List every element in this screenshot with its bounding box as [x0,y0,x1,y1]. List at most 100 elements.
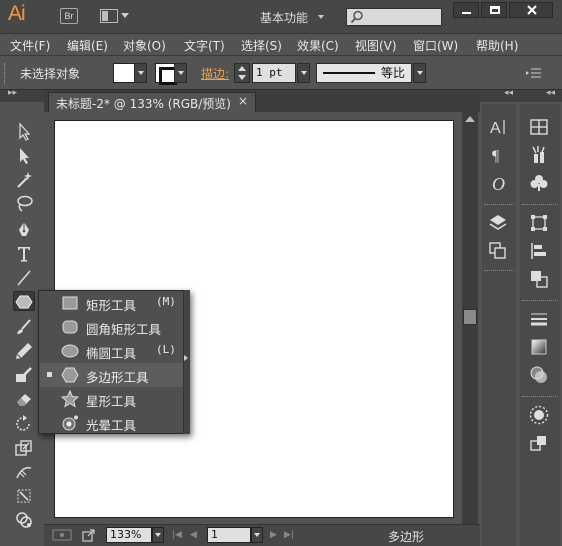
stroke-weight-input[interactable]: 1 pt [252,63,296,83]
artboards-panel-button[interactable] [487,240,511,262]
artboard-navigator-icon[interactable] [52,528,74,542]
graphic-styles-panel-button[interactable] [528,432,552,454]
menu-window[interactable]: 窗口(W) [413,37,458,54]
menu-select[interactable]: 选择(S) [241,37,282,54]
stroke-weight-stepper[interactable] [234,63,250,83]
eraser-icon [17,394,31,406]
blob-brush-icon [16,367,32,382]
eraser-tool[interactable] [14,389,36,409]
selection-arrow-icon [19,122,31,141]
menu-object[interactable]: 对象(O) [123,37,166,54]
maximize-button[interactable] [481,2,507,18]
rounded-rectangle-tool-item[interactable]: 圆角矩形工具 [40,315,183,339]
shape-builder-tool[interactable] [14,510,36,530]
ellipse-tool-item[interactable]: 椭圆工具 (L) [40,339,183,363]
menu-help[interactable]: 帮助(H) [476,37,518,54]
magic-wand-tool[interactable] [14,170,36,190]
arrange-documents-button[interactable] [100,9,130,25]
opentype-panel-button[interactable]: O [487,172,511,194]
pen-tool[interactable] [14,220,36,240]
polygon-tool[interactable] [13,291,35,311]
opentype-icon: O [492,174,505,194]
transparency-icon [530,366,547,383]
menu-file[interactable]: 文件(F) [10,37,50,54]
paragraph-panel-button[interactable]: ¶ [487,144,511,166]
stroke-color-swatch[interactable] [155,63,177,85]
panel-dock-header[interactable]: ◂◂ [480,88,518,102]
last-artboard-icon[interactable]: ▶| [284,530,294,540]
menu-edit[interactable]: 编辑(E) [67,37,108,54]
symbols-panel-button[interactable] [528,172,552,194]
flare-tool-item[interactable]: 光晕工具 [40,411,183,435]
stroke-color-dropdown[interactable] [174,63,187,83]
artboard-dropdown[interactable] [251,527,263,543]
workspace-switcher[interactable]: 基本功能 [260,9,308,26]
pathfinder-panel-button[interactable] [528,268,552,290]
free-transform-tool[interactable] [14,486,36,506]
lasso-tool[interactable] [14,194,36,214]
magic-wand-icon [17,172,32,188]
gradient-panel-button[interactable] [528,336,552,358]
line-segment-tool[interactable] [14,268,36,288]
zoom-input[interactable]: 133% [106,527,152,543]
status-current-tool[interactable]: 多边形 [388,528,424,545]
close-window-button[interactable] [509,2,553,18]
transform-panel-button[interactable] [528,212,552,234]
polygon-tool-item[interactable]: 多边形工具 [40,363,183,387]
artboard-number-input[interactable]: 1 [207,527,251,543]
panel-dock-header[interactable]: ◂◂ [518,88,562,102]
toolbar-header[interactable]: ▸▸ [0,88,44,102]
brushes-panel-button[interactable] [528,144,552,166]
current-tool-indicator [47,372,52,377]
panel-grip[interactable] [4,63,7,85]
direct-selection-icon [20,148,29,164]
align-panel-button[interactable] [528,240,552,262]
character-panel-button[interactable]: A [487,116,511,138]
fill-color-swatch[interactable] [113,63,135,83]
panel-menu-icon[interactable] [526,66,542,80]
rectangle-tool-item[interactable]: 矩形工具 (M) [40,291,183,315]
close-icon[interactable]: × [238,94,248,108]
transparency-panel-button[interactable] [528,364,552,386]
menu-type[interactable]: 文字(T) [184,37,225,54]
minimize-button[interactable] [453,2,479,18]
menu-view[interactable]: 视图(V) [355,37,397,54]
first-artboard-icon[interactable]: |◀ [172,530,182,540]
document-tab-title[interactable]: 未标题-2* @ 133% (RGB/预览) [56,95,231,112]
stroke-weight-dropdown[interactable] [297,63,310,83]
next-artboard-icon[interactable]: ▶ [270,530,277,540]
direct-selection-tool[interactable] [14,146,36,166]
appearance-panel-button[interactable] [528,404,552,426]
blob-brush-tool[interactable] [14,365,36,385]
scrollbar-thumb[interactable] [463,309,477,325]
scroll-up-icon[interactable] [465,116,475,122]
width-tool[interactable] [14,462,36,482]
bridge-button[interactable]: Br [60,8,78,24]
selection-tool[interactable] [14,122,36,142]
layers-panel-button[interactable] [487,212,511,234]
export-icon[interactable] [82,528,96,542]
rotate-tool[interactable] [14,414,36,434]
paintbrush-tool[interactable] [14,317,36,337]
stroke-panel-button[interactable] [528,308,552,330]
stroke-label[interactable]: 描边: [201,65,229,82]
scale-tool[interactable] [14,438,36,458]
pencil-tool[interactable] [14,341,36,361]
fill-dropdown[interactable] [134,63,147,83]
swatches-icon [530,119,548,135]
zoom-dropdown[interactable] [152,527,164,543]
tearoff-strip[interactable] [183,290,190,434]
menu-effect[interactable]: 效果(C) [297,37,339,54]
menu-bar: 文件(F) 编辑(E) 对象(O) 文字(T) 选择(S) 效果(C) 视图(V… [0,34,562,56]
previous-artboard-icon[interactable]: ◀ [190,530,197,540]
chevron-down-icon[interactable] [318,15,324,19]
maximize-icon [490,6,500,14]
star-tool-item[interactable]: 星形工具 [40,387,183,411]
ellipse-icon [61,344,79,358]
tearoff-arrow-icon[interactable] [184,355,188,361]
search-icon [350,10,363,24]
type-tool[interactable] [14,244,36,264]
profile-dropdown[interactable] [413,63,426,83]
swatches-panel-button[interactable] [528,116,552,138]
variable-width-profile[interactable]: 等比 [316,63,412,83]
